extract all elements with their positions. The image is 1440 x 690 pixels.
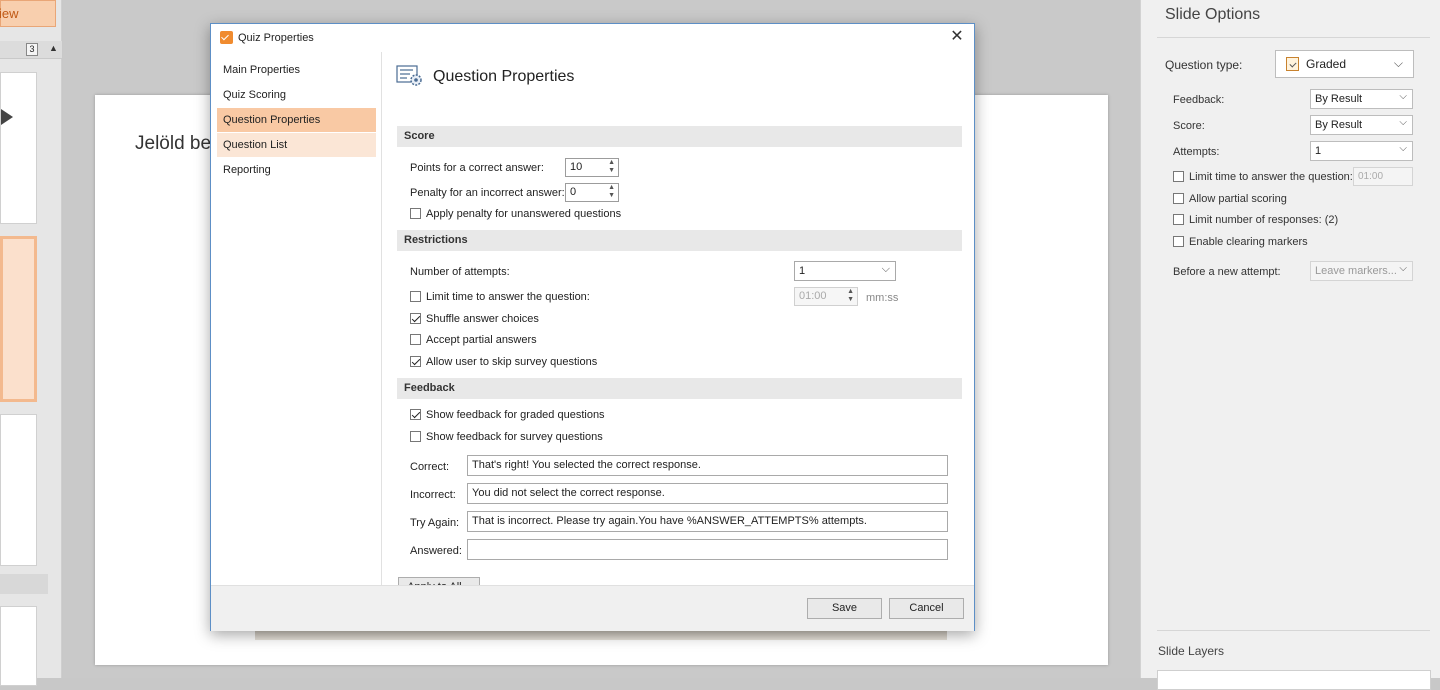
answered-feedback-input[interactable] (467, 539, 948, 560)
incorrect-label: Incorrect: (410, 489, 456, 501)
penalty-label: Penalty for an incorrect answer: (410, 187, 565, 199)
nav-item-reporting[interactable]: Reporting (217, 158, 376, 182)
nav-item-question-properties[interactable]: Question Properties (217, 108, 376, 132)
limit-time-checkbox[interactable] (1173, 171, 1184, 182)
apply-penalty-checkbox[interactable] (410, 208, 421, 219)
allow-partial-scoring-checkbox[interactable] (1173, 193, 1184, 204)
points-label: Points for a correct answer: (410, 162, 544, 174)
incorrect-feedback-input[interactable]: You did not select the correct response. (467, 483, 948, 504)
slide-thumbnail-selected[interactable] (0, 236, 37, 402)
score-section-header: Score (397, 126, 962, 147)
attempts-dropdown[interactable]: 1 ⌵ (1310, 141, 1413, 161)
chevron-down-icon: ⌵ (1393, 56, 1403, 70)
scroll-up-icon[interactable]: ▲ (49, 43, 58, 53)
chevron-down-icon: ⌵ (1399, 117, 1407, 128)
thumbnail-header: 3 ▲ (0, 41, 62, 59)
slide-thumbnails-panel: iew 3 ▲ (0, 0, 62, 686)
slide-thumbnail[interactable] (0, 606, 37, 686)
slide-options-title: Slide Options (1165, 6, 1261, 23)
enable-clearing-checkbox[interactable] (1173, 236, 1184, 247)
stepper-arrows-icon: ▲ ▼ (847, 288, 854, 303)
attempts-dropdown[interactable]: 1 ⌵ (794, 261, 896, 281)
dialog-title: Quiz Properties (238, 32, 314, 44)
chevron-down-icon: ⌵ (1399, 91, 1407, 102)
slide-image-strip (255, 630, 947, 640)
stepper-arrows-icon[interactable]: ▲ ▼ (608, 184, 615, 200)
page-title: Question Properties (433, 68, 575, 85)
divider (1157, 37, 1430, 38)
view-button[interactable]: iew (0, 0, 56, 27)
slide-thumbnail[interactable] (0, 414, 37, 566)
dialog-footer: Save Cancel (211, 585, 974, 631)
app-icon (220, 31, 233, 44)
skip-survey-checkbox[interactable] (410, 356, 421, 367)
chevron-down-icon: ⌵ (881, 263, 890, 275)
slide-layers-list[interactable] (1157, 670, 1431, 690)
feedback-section-header: Feedback (397, 378, 962, 399)
slide-count-badge: 3 (26, 43, 38, 56)
before-attempt-label: Before a new attempt: (1173, 266, 1281, 278)
correct-feedback-input[interactable]: That's right! You selected the correct r… (467, 455, 948, 476)
attempts-label: Number of attempts: (410, 266, 510, 278)
limit-responses-checkbox[interactable] (1173, 214, 1184, 225)
feedback-label: Feedback: (1173, 94, 1225, 106)
graded-icon (1286, 57, 1299, 71)
chevron-down-icon: ⌵ (1399, 263, 1407, 274)
slide-title[interactable]: Jelöld be (135, 133, 211, 155)
question-type-dropdown[interactable]: Graded ⌵ (1275, 50, 1414, 78)
slide-options-panel: Slide Options Question type: Graded ⌵ Fe… (1140, 0, 1440, 690)
stepper-arrows-icon[interactable]: ▲ ▼ (608, 159, 615, 175)
try-again-label: Try Again: (410, 517, 460, 529)
penalty-stepper[interactable]: 0 ▲ ▼ (565, 183, 619, 202)
dialog-titlebar[interactable]: Quiz Properties ✕ (211, 24, 974, 52)
cancel-button[interactable]: Cancel (889, 598, 964, 619)
points-stepper[interactable]: 10 ▲ ▼ (565, 158, 619, 177)
graded-feedback-checkbox[interactable] (410, 409, 421, 420)
score-label: Score: (1173, 120, 1205, 132)
slide-thumbnail[interactable] (0, 72, 37, 224)
survey-feedback-checkbox[interactable] (410, 431, 421, 442)
restrictions-section-header: Restrictions (397, 230, 962, 251)
chevron-down-icon: ⌵ (1399, 143, 1407, 154)
question-type-label: Question type: (1165, 58, 1243, 72)
question-properties-icon (396, 65, 422, 86)
dialog-content: Question Properties Score Points for a c… (383, 52, 974, 598)
close-icon[interactable]: ✕ (946, 26, 968, 48)
nav-item-main-properties[interactable]: Main Properties (217, 58, 376, 82)
nav-item-quiz-scoring[interactable]: Quiz Scoring (217, 83, 376, 107)
nav-item-question-list[interactable]: Question List (217, 133, 376, 157)
limit-time-checkbox[interactable] (410, 291, 421, 302)
thumbnail-separator (0, 574, 48, 594)
save-button[interactable]: Save (807, 598, 882, 619)
quiz-properties-dialog: Quiz Properties ✕ Main Properties Quiz S… (210, 23, 975, 631)
limit-time-input: 01:00 (1353, 167, 1413, 186)
dialog-nav: Main Properties Quiz Scoring Question Pr… (211, 52, 382, 585)
time-unit-label: mm:ss (866, 292, 899, 304)
play-arrow-icon (1, 109, 13, 125)
partial-answers-checkbox[interactable] (410, 334, 421, 345)
before-attempt-dropdown: Leave markers... ⌵ (1310, 261, 1413, 281)
feedback-dropdown[interactable]: By Result ⌵ (1310, 89, 1413, 109)
shuffle-checkbox[interactable] (410, 313, 421, 324)
answered-label: Answered: (410, 545, 462, 557)
correct-label: Correct: (410, 461, 450, 473)
try-again-feedback-input[interactable]: That is incorrect. Please try again.You … (467, 511, 948, 532)
score-dropdown[interactable]: By Result ⌵ (1310, 115, 1413, 135)
divider (1157, 630, 1430, 631)
attempts-label: Attempts: (1173, 146, 1220, 158)
slide-layers-title: Slide Layers (1158, 644, 1225, 658)
limit-time-input: 01:00 ▲ ▼ (794, 287, 858, 306)
